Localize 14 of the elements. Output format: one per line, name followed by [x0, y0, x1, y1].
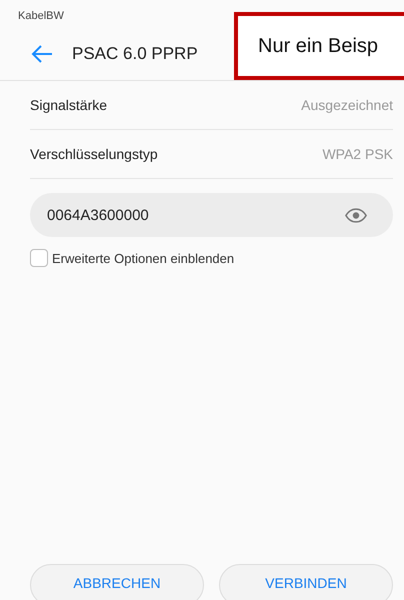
- row-value: WPA2 PSK: [322, 146, 393, 162]
- checkbox-label[interactable]: Erweiterte Optionen einblenden: [52, 250, 234, 266]
- row-label: Verschlüsselungstyp: [30, 146, 158, 162]
- checkbox[interactable]: [30, 249, 48, 267]
- eye-icon[interactable]: [345, 208, 367, 222]
- password-field[interactable]: 0064A3600000: [30, 193, 393, 237]
- network-title: PSAC 6.0 PPRP: [72, 44, 198, 64]
- row-label: Signalstärke: [30, 97, 108, 113]
- carrier-name: KabelBW: [18, 10, 64, 22]
- row-value: Ausgezeichnet: [301, 97, 393, 113]
- dialog-button[interactable]: VERBINDEN: [219, 564, 393, 600]
- back-arrow-icon[interactable]: [31, 45, 53, 63]
- annotation-box: Nur ein Beisp: [234, 12, 404, 80]
- dialog-button[interactable]: ABBRECHEN: [30, 564, 204, 600]
